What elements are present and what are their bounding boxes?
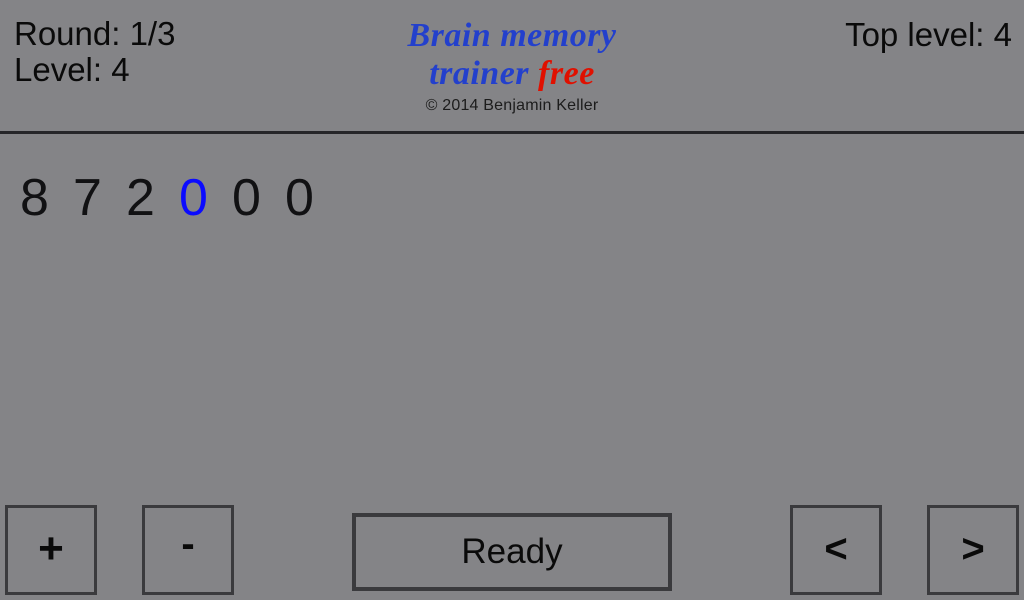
main-content: 8 7 2 0 0 0 — [0, 134, 1024, 500]
digit-slot-3[interactable]: 2 — [126, 172, 179, 224]
digit-slot-4-active[interactable]: 0 — [179, 172, 232, 224]
copyright-text: © 2014 Benjamin Keller — [425, 97, 599, 115]
digit-slot-5[interactable]: 0 — [232, 172, 285, 224]
next-digit-button[interactable]: > — [927, 505, 1019, 595]
plus-icon: + — [38, 524, 64, 574]
brand-title-trainer: trainer — [429, 55, 530, 93]
digit-sequence: 8 7 2 0 0 0 — [20, 172, 338, 224]
digit-slot-2[interactable]: 7 — [73, 172, 126, 224]
brand-title-free: free — [538, 55, 595, 93]
digit-slot-6[interactable]: 0 — [285, 172, 338, 224]
level-label: Level: 4 — [14, 50, 130, 88]
ready-button-label: Ready — [461, 532, 563, 571]
increment-button[interactable]: + — [5, 505, 97, 595]
minus-icon: - — [181, 522, 195, 566]
chevron-left-icon: < — [824, 527, 848, 571]
digit-slot-1[interactable]: 8 — [20, 172, 73, 224]
decrement-button[interactable]: - — [142, 505, 234, 595]
ready-button[interactable]: Ready — [352, 513, 672, 591]
chevron-right-icon: > — [961, 527, 985, 571]
header-stats-left: Round: 1/3 Level: 4 — [14, 16, 175, 87]
top-level-label: Top level: 4 — [845, 16, 1012, 53]
header: Round: 1/3 Level: 4 Brain memory trainer… — [0, 0, 1024, 133]
app-root: Round: 1/3 Level: 4 Brain memory trainer… — [0, 0, 1024, 600]
round-label: Round: 1/3 — [14, 15, 176, 52]
button-bar: + - Ready < > — [0, 500, 1024, 600]
previous-digit-button[interactable]: < — [790, 505, 882, 595]
